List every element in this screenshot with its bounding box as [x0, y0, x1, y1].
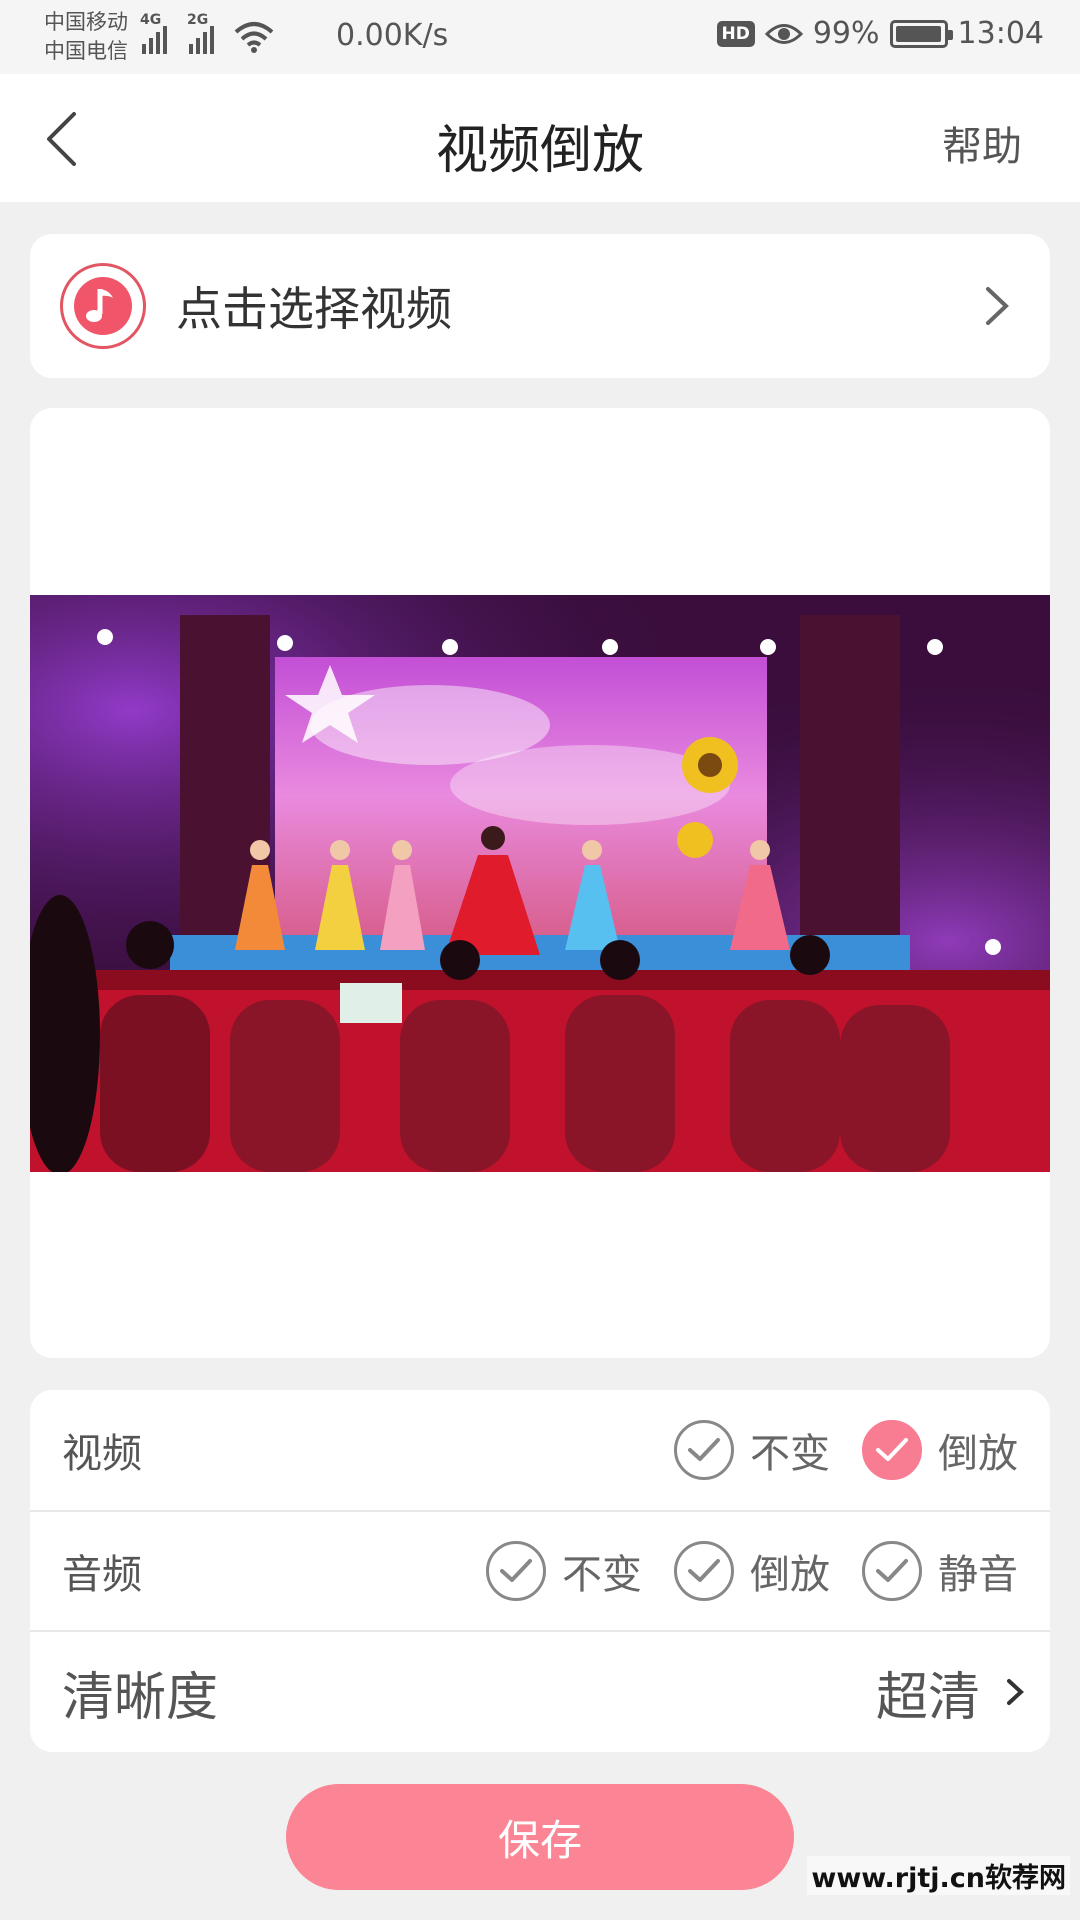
signal-icon-2: 2G [187, 12, 214, 54]
quality-option-label: 清晰度 [62, 1667, 219, 1728]
video-choice-keep[interactable]: 不变 [674, 1420, 830, 1480]
eye-icon [764, 23, 803, 44]
audio-choices: 不变 倒放 静音 [486, 1541, 1018, 1601]
audio-option-label: 音频 [62, 1552, 142, 1598]
quality-value: 超清 [875, 1667, 980, 1728]
check-icon [862, 1420, 922, 1480]
choice-label: 不变 [562, 1552, 642, 1598]
options-panel: 视频 不变 倒放 音频 不变 倒放 静音 清晰度 超清 [30, 1390, 1050, 1752]
chevron-right-icon [1007, 1679, 1024, 1705]
select-video-label: 点击选择视频 [176, 282, 452, 336]
stage-performance-image [30, 595, 1050, 1172]
check-icon [486, 1541, 546, 1601]
audio-choice-keep[interactable]: 不变 [486, 1541, 642, 1601]
status-bar: 中国移动 中国电信 4G 2G 0.00K/s HD 99% 13:04 [0, 0, 1080, 74]
check-icon [862, 1541, 922, 1601]
video-choices: 不变 倒放 [674, 1420, 1018, 1480]
video-preview[interactable] [30, 595, 1050, 1172]
check-icon [674, 1420, 734, 1480]
network-type-2: 2G [187, 12, 209, 28]
video-option-row: 视频 不变 倒放 [30, 1390, 1050, 1510]
page-title: 视频倒放 [435, 121, 644, 181]
video-option-label: 视频 [62, 1431, 142, 1477]
status-right: HD 99% 13:04 [716, 16, 1044, 51]
audio-choice-mute[interactable]: 静音 [862, 1541, 1018, 1601]
choice-label: 静音 [938, 1552, 1018, 1598]
clock: 13:04 [957, 16, 1044, 51]
hd-badge: HD [716, 20, 755, 47]
choice-label: 倒放 [938, 1431, 1018, 1477]
quality-option-row[interactable]: 清晰度 超清 [30, 1630, 1050, 1752]
battery-icon [889, 19, 953, 48]
carrier-names: 中国移动 中国电信 [44, 8, 128, 66]
signal-icon-1: 4G [140, 12, 167, 54]
carrier-2: 中国电信 [44, 39, 128, 63]
video-preview-panel [30, 408, 1050, 1358]
select-video-row[interactable]: 点击选择视频 [30, 234, 1050, 378]
audio-option-row: 音频 不变 倒放 静音 [30, 1510, 1050, 1630]
battery-percent: 99% [812, 16, 880, 51]
help-button[interactable]: 帮助 [942, 114, 1022, 172]
quality-selector[interactable]: 超清 [876, 1655, 1024, 1730]
check-icon [674, 1541, 734, 1601]
save-button[interactable]: 保存 [286, 1784, 794, 1890]
title-bar: 视频倒放 帮助 [0, 74, 1080, 202]
network-type-1: 4G [140, 12, 162, 28]
choice-label: 不变 [750, 1431, 830, 1477]
watermark: www.rjtj.cn软荐网 [807, 1856, 1070, 1895]
network-speed: 0.00K/s [336, 18, 449, 53]
chevron-right-icon [986, 287, 1009, 325]
video-choice-reverse[interactable]: 倒放 [862, 1420, 1018, 1480]
network-icons: 4G 2G [140, 12, 274, 54]
carrier-1: 中国移动 [44, 10, 128, 34]
wifi-icon [234, 22, 274, 53]
audio-choice-reverse[interactable]: 倒放 [674, 1541, 830, 1601]
music-note-icon [60, 263, 146, 349]
choice-label: 倒放 [750, 1552, 830, 1598]
